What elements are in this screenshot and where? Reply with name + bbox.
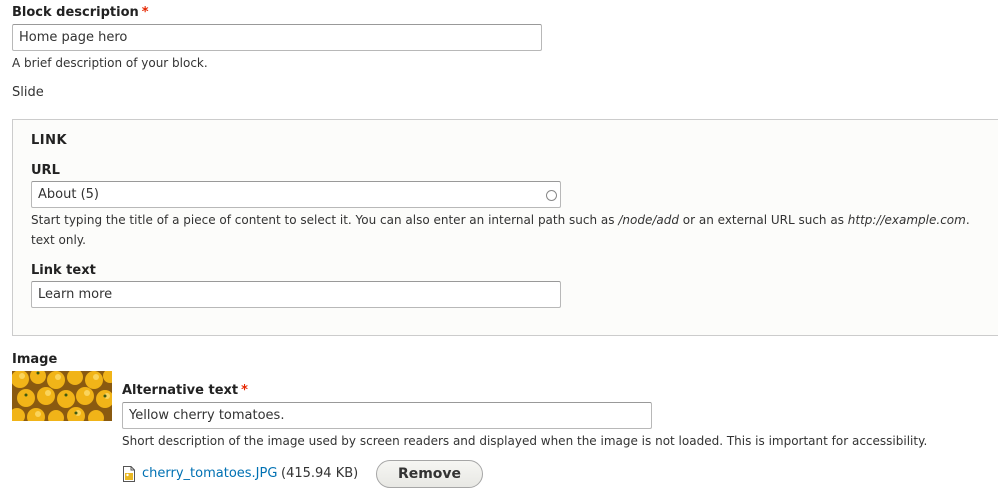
- alt-text-label: Alternative text *: [122, 383, 248, 398]
- block-description-label: Block description *: [12, 5, 149, 20]
- image-label: Image: [12, 352, 58, 367]
- file-size: (415.94 KB): [281, 466, 359, 481]
- url-label: URL: [31, 163, 60, 178]
- link-fieldset: LINK URL About (5) Start typing the titl…: [12, 119, 998, 336]
- link-text-input[interactable]: Learn more: [31, 281, 561, 308]
- alt-text-help: Short description of the image used by s…: [122, 434, 928, 448]
- required-marker: *: [241, 383, 248, 398]
- image-file-icon: [123, 466, 135, 482]
- link-legend: LINK: [31, 133, 68, 148]
- url-input[interactable]: About (5): [31, 181, 561, 208]
- link-text-label: Link text: [31, 263, 96, 278]
- alt-text-input[interactable]: Yellow cherry tomatoes.: [122, 402, 652, 429]
- remove-button[interactable]: Remove: [376, 460, 483, 488]
- image-thumbnail: [12, 371, 112, 421]
- url-help-line2: text only.: [31, 233, 86, 247]
- block-description-input[interactable]: Home page hero: [12, 24, 542, 51]
- file-link[interactable]: cherry_tomatoes.JPG: [142, 466, 277, 481]
- block-description-help: A brief description of your block.: [12, 56, 208, 70]
- url-help: Start typing the title of a piece of con…: [31, 213, 970, 227]
- required-marker: *: [141, 5, 149, 20]
- autocomplete-throbber-icon: [546, 190, 557, 201]
- slide-label: Slide: [12, 85, 44, 100]
